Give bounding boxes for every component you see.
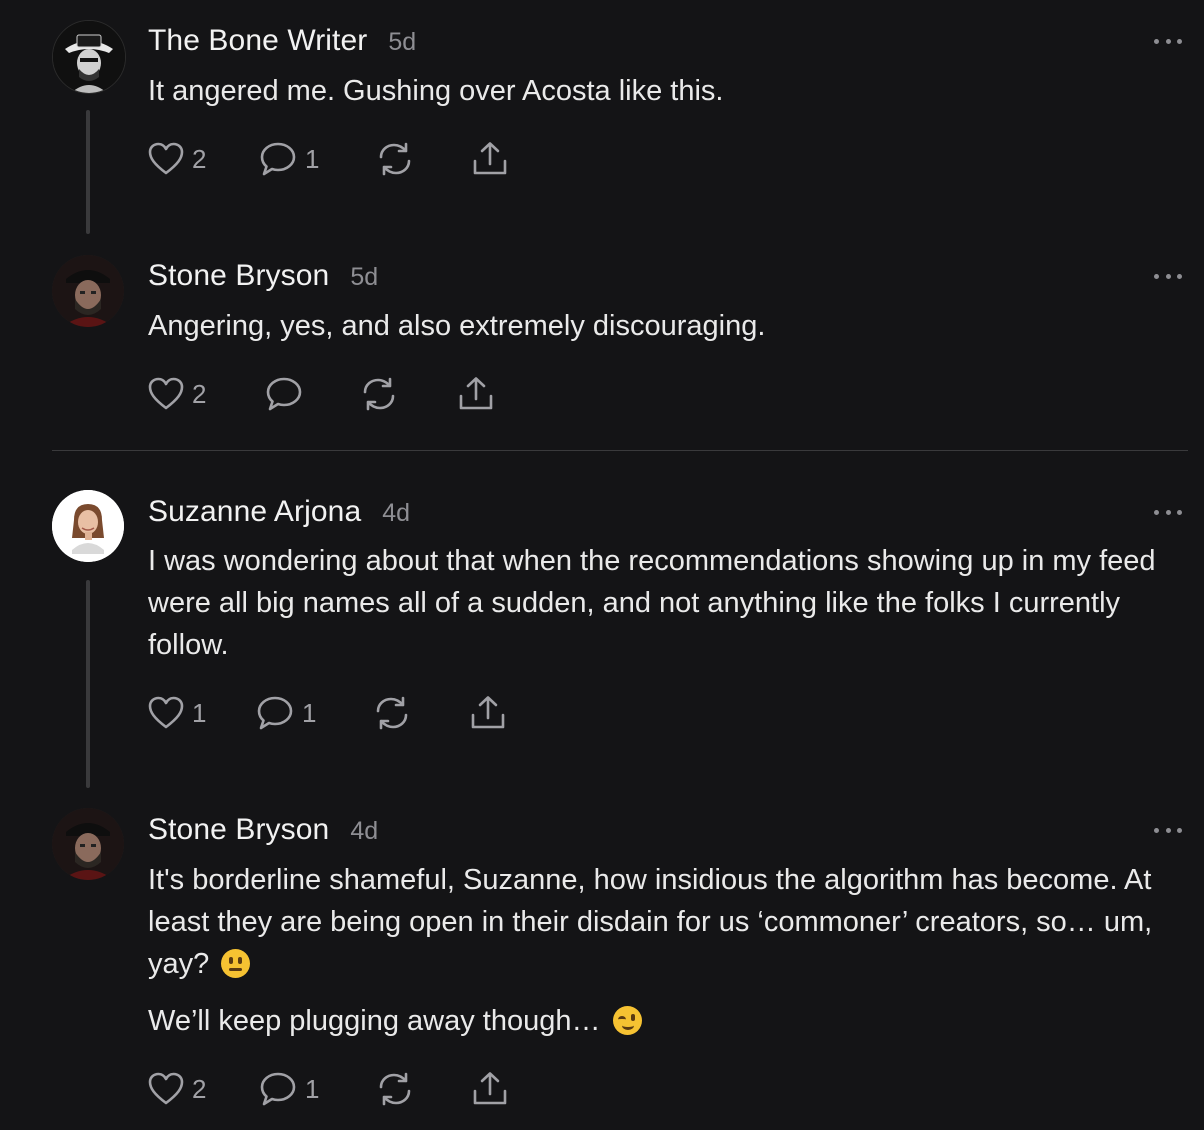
author-name[interactable]: Stone Bryson (148, 813, 329, 847)
like-count: 2 (192, 143, 207, 174)
reply-button[interactable] (265, 374, 303, 414)
heart-icon (148, 1072, 184, 1105)
timestamp[interactable]: 4d (382, 499, 410, 528)
comment-body: Angering, yes, and also extremely discou… (148, 305, 1193, 347)
comment-body: It's borderline shameful, Suzanne, how i… (148, 859, 1193, 1042)
neutral-face-emoji (221, 949, 251, 978)
comment-header: The Bone Writer 5d (148, 24, 416, 58)
more-options-button[interactable] (1154, 507, 1182, 517)
stone-bryson-avatar[interactable] (52, 255, 124, 327)
restack-icon (363, 377, 395, 411)
restack-button[interactable] (376, 1069, 414, 1109)
share-button[interactable] (457, 374, 495, 414)
comment-header: Stone Bryson 5d (148, 259, 378, 293)
share-icon (473, 1072, 507, 1105)
restack-icon (379, 1072, 411, 1106)
like-button[interactable]: 2 (148, 139, 206, 179)
comment-paragraph: We’ll keep plugging away though… (148, 1000, 1193, 1042)
reply-button[interactable]: 1 (259, 1069, 319, 1109)
author-name[interactable]: The Bone Writer (148, 24, 367, 58)
comment-bubble-icon (266, 377, 302, 411)
timestamp[interactable]: 5d (388, 28, 416, 57)
comment-body: It angered me. Gushing over Acosta like … (148, 70, 1193, 112)
author-name[interactable]: Suzanne Arjona (148, 495, 361, 529)
more-options-button[interactable] (1154, 825, 1182, 835)
share-button[interactable] (469, 693, 507, 733)
comment-paragraph: I was wondering about that when the reco… (148, 545, 1156, 661)
comment-bubble-icon (260, 1072, 296, 1106)
timestamp[interactable]: 5d (350, 263, 378, 292)
share-icon (473, 142, 507, 175)
stone-bryson-avatar[interactable] (52, 808, 124, 880)
comment-paragraph: It angered me. Gushing over Acosta like … (148, 75, 724, 107)
heart-icon (148, 696, 184, 729)
more-options-button[interactable] (1154, 36, 1182, 46)
timestamp[interactable]: 4d (350, 817, 378, 846)
share-icon (471, 696, 505, 729)
reply-count: 1 (302, 697, 317, 728)
restack-icon (379, 142, 411, 176)
comment-header: Suzanne Arjona 4d (148, 495, 410, 529)
restack-button[interactable] (376, 139, 414, 179)
comment-body: I was wondering about that when the reco… (148, 540, 1193, 666)
comment-bubble-icon (260, 142, 296, 176)
author-name[interactable]: Stone Bryson (148, 259, 329, 293)
comment-bubble-icon (257, 696, 293, 730)
thread-line (86, 580, 90, 788)
reply-button[interactable]: 1 (259, 139, 319, 179)
comment-paragraph: Angering, yes, and also extremely discou… (148, 310, 766, 342)
comment-paragraph-text: We’ll keep plugging away though… (148, 1005, 601, 1037)
reply-count: 1 (305, 143, 320, 174)
like-count: 2 (192, 378, 207, 409)
heart-icon (148, 377, 184, 410)
like-button[interactable]: 2 (148, 374, 206, 414)
winking-face-emoji (612, 1006, 642, 1035)
more-options-button[interactable] (1154, 271, 1182, 281)
like-count: 2 (192, 1073, 207, 1104)
bone-writer-avatar[interactable] (52, 20, 126, 94)
thread-line (86, 110, 90, 234)
comment-paragraph: It's borderline shameful, Suzanne, how i… (148, 859, 1193, 985)
restack-icon (376, 696, 408, 730)
restack-button[interactable] (373, 693, 411, 733)
share-icon (459, 377, 493, 410)
heart-icon (148, 142, 184, 175)
share-button[interactable] (471, 1069, 509, 1109)
share-button[interactable] (471, 139, 509, 179)
thread-divider (52, 450, 1188, 451)
comment-paragraph-text: It's borderline shameful, Suzanne, how i… (148, 864, 1153, 980)
reply-count: 1 (305, 1073, 320, 1104)
reply-button[interactable]: 1 (256, 693, 316, 733)
like-count: 1 (192, 697, 207, 728)
comment-header: Stone Bryson 4d (148, 813, 378, 847)
suzanne-arjona-avatar[interactable] (52, 490, 124, 562)
restack-button[interactable] (360, 374, 398, 414)
like-button[interactable]: 2 (148, 1069, 206, 1109)
like-button[interactable]: 1 (148, 693, 206, 733)
